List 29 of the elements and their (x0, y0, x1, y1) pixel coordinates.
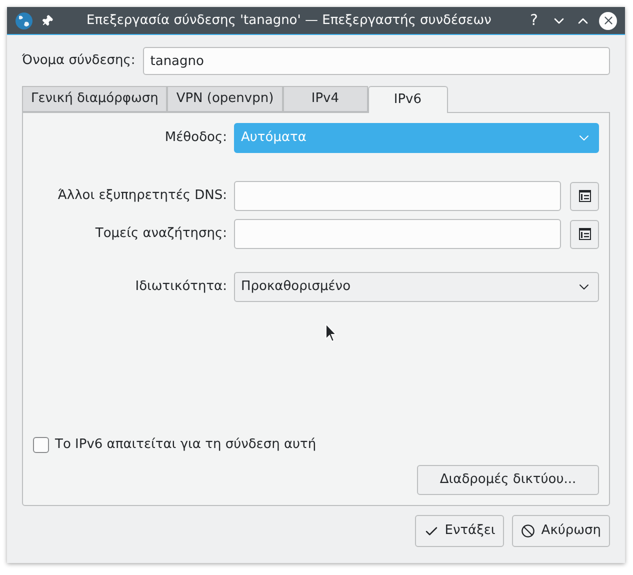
name-label: Όνομα σύνδεσης: (22, 52, 136, 70)
cancel-button[interactable]: Ακύρωση (512, 515, 610, 547)
tab[interactable]: IPv6 (368, 86, 448, 113)
field-label: Ιδιωτικότητα: (134, 278, 227, 296)
list-edit-icon (578, 228, 590, 240)
field-label: Άλλοι εξυπηρετητές DNS: (56, 187, 227, 206)
cancel-icon (521, 524, 536, 538)
help-button[interactable]: ? (525, 9, 543, 32)
checkbox[interactable] (33, 437, 49, 453)
dropdown[interactable]: Προκαθορισμένο (234, 272, 599, 302)
field-label: Μέθοδος: (164, 129, 227, 148)
tab[interactable]: VPN (openvpn) (167, 86, 283, 112)
close-button[interactable] (599, 12, 617, 30)
window-title: Επεξεργασία σύνδεσης 'tanagno' — Επεξεργαστής συνδέσεων (86, 12, 492, 30)
field-label: Τομείς αναζήτησης: (94, 225, 227, 244)
input-field[interactable] (234, 219, 561, 249)
mouse-pointer-icon (325, 323, 337, 343)
edit-list-button[interactable] (570, 182, 599, 210)
input-field[interactable] (234, 181, 561, 211)
tab[interactable]: Γενική διαμόρφωση (22, 86, 168, 112)
list-edit-icon (578, 190, 590, 202)
edit-list-button[interactable] (570, 220, 599, 248)
name-field[interactable]: tanagno (143, 47, 610, 75)
ok-button[interactable]: Εντάξει (414, 515, 504, 547)
close-icon (602, 14, 614, 27)
globe-icon (15, 12, 33, 30)
checkbox-label: Το IPv6 απαιτείται για τη σύνδεση αυτή (55, 436, 316, 454)
tab[interactable]: IPv4 (282, 86, 368, 112)
routes-button[interactable]: Διαδρομές δικτύου... (417, 465, 599, 495)
